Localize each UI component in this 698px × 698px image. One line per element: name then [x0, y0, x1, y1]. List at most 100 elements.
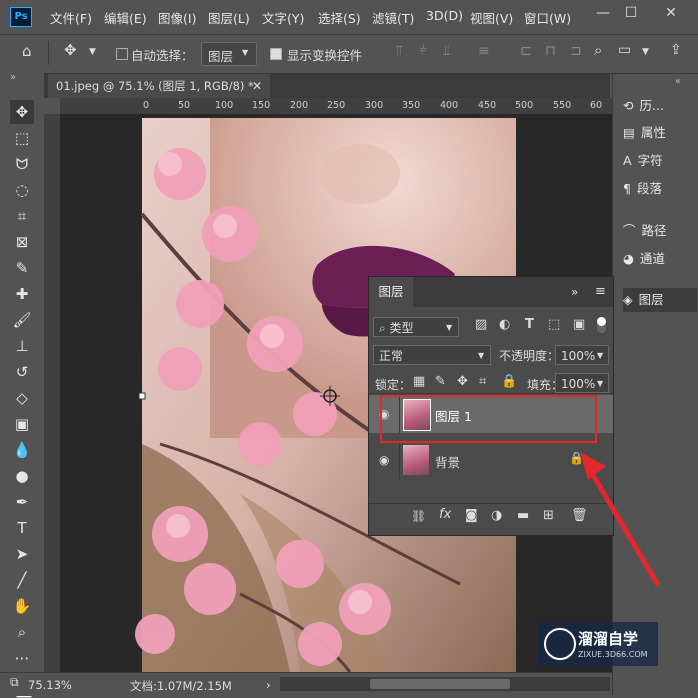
- align-hcenter-icon[interactable]: ⊓: [545, 43, 556, 59]
- align-top-icon[interactable]: ⫪: [395, 43, 403, 59]
- filter-type-icon[interactable]: T: [525, 317, 534, 332]
- crop-tool-icon[interactable]: ⌗: [10, 204, 34, 228]
- frame-tool-icon[interactable]: ⊠: [10, 230, 34, 254]
- marquee-tool-icon[interactable]: ⬚: [10, 126, 34, 150]
- panel-history[interactable]: ⟲ 历...: [623, 94, 697, 118]
- eraser-tool-icon[interactable]: ◇: [10, 386, 34, 410]
- lock-label: 锁定：: [375, 378, 412, 392]
- adjustment-layer-icon[interactable]: ◑: [491, 508, 502, 523]
- opacity-input[interactable]: 100% ▼: [555, 345, 609, 365]
- screen-mode-icon[interactable]: ⧉: [10, 675, 19, 690]
- healing-tool-icon[interactable]: ✚: [10, 282, 34, 306]
- menu-window[interactable]: 窗口(W): [524, 8, 571, 27]
- stamp-tool-icon[interactable]: ⊥: [10, 334, 34, 358]
- panel-character[interactable]: A 字符: [623, 149, 697, 173]
- lock-all-icon[interactable]: 🔒: [501, 374, 517, 389]
- zoom-level[interactable]: 75.13%: [28, 678, 72, 692]
- add-mask-icon[interactable]: ◙: [465, 508, 478, 523]
- menu-view[interactable]: 视图(V): [470, 8, 513, 27]
- history-brush-icon[interactable]: ↺: [10, 360, 34, 384]
- path-select-tool-icon[interactable]: ➤: [10, 542, 34, 566]
- link-layers-icon[interactable]: ⛓: [411, 509, 426, 523]
- distribute-icon[interactable]: ≡: [478, 43, 490, 59]
- align-vcenter-icon[interactable]: ⫩: [419, 43, 427, 59]
- lock-artboard-icon[interactable]: ⌗: [479, 374, 486, 389]
- lock-image-icon[interactable]: ✎: [435, 374, 446, 389]
- workspace-icon[interactable]: ▭: [618, 42, 631, 58]
- new-group-icon[interactable]: ▬: [517, 508, 529, 523]
- lock-transparent-icon[interactable]: ▦: [413, 374, 425, 389]
- layer-name[interactable]: 背景: [435, 452, 460, 471]
- auto-select-target-dropdown[interactable]: 图层 ▼: [201, 42, 257, 66]
- chevron-down-icon: ▼: [478, 351, 485, 360]
- menu-3d[interactable]: 3D(D): [426, 8, 463, 23]
- gradient-tool-icon[interactable]: ▣: [10, 412, 34, 436]
- move-tool-icon[interactable]: ✥: [64, 41, 77, 59]
- home-icon[interactable]: ⌂: [22, 42, 32, 60]
- panel-menu-icon[interactable]: ≡: [595, 284, 606, 299]
- brush-tool-icon[interactable]: 🖌: [10, 308, 34, 332]
- status-menu-icon[interactable]: ›: [266, 678, 271, 692]
- collapse-icon[interactable]: «: [675, 76, 681, 87]
- visibility-eye-icon[interactable]: ◉: [379, 453, 389, 467]
- zoom-tool-icon[interactable]: ⌕: [10, 620, 34, 644]
- blur-tool-icon[interactable]: 💧: [10, 438, 34, 462]
- filter-shape-icon[interactable]: ⬚: [548, 317, 560, 332]
- menu-filter[interactable]: 滤镜(T): [372, 8, 414, 27]
- minimize-icon[interactable]: —: [592, 4, 614, 22]
- menu-type[interactable]: 文字(Y): [262, 8, 304, 27]
- close-tab-icon[interactable]: ✕: [252, 74, 262, 98]
- menu-image[interactable]: 图像(I): [158, 8, 196, 27]
- document-tab[interactable]: 01.jpeg @ 75.1% (图层 1, RGB/8) * ✕: [48, 74, 270, 98]
- pen-tool-icon[interactable]: ✒: [10, 490, 34, 514]
- quick-select-tool-icon[interactable]: ◌: [10, 178, 34, 202]
- move-tool-icon[interactable]: ✥: [10, 100, 34, 124]
- panel-paths[interactable]: ⌒ 路径: [623, 219, 697, 243]
- filter-smart-object-icon[interactable]: ▣: [573, 317, 585, 332]
- ruler-label: 300: [365, 100, 384, 111]
- ruler-label: 150: [252, 100, 271, 111]
- filter-pixel-icon[interactable]: ▨: [475, 317, 487, 332]
- maximize-icon[interactable]: ☐: [620, 4, 642, 22]
- menu-file[interactable]: 文件(F): [50, 8, 92, 27]
- align-left-icon[interactable]: ⊏: [520, 43, 532, 59]
- share-icon[interactable]: ⇪: [670, 42, 682, 58]
- filter-toggle[interactable]: [597, 317, 606, 333]
- hand-tool-icon[interactable]: ✋: [10, 594, 34, 618]
- menu-edit[interactable]: 编辑(E): [104, 8, 147, 27]
- line-tool-icon[interactable]: ╱: [10, 568, 34, 592]
- dodge-tool-icon[interactable]: ●: [10, 464, 34, 488]
- menu-layer[interactable]: 图层(L): [208, 8, 250, 27]
- right-dock: « ⟲ 历... ▤ 属性 A 字符 ¶ 段落 ⌒ 路径 ◕ 通道 ◈ 图层: [612, 74, 698, 695]
- panel-channels[interactable]: ◕ 通道: [623, 247, 697, 271]
- lasso-tool-icon[interactable]: ᗢ: [10, 152, 34, 176]
- align-right-icon[interactable]: ⊐: [570, 43, 582, 59]
- search-icon[interactable]: ⌕: [594, 41, 602, 59]
- eyedropper-tool-icon[interactable]: ✎: [10, 256, 34, 280]
- show-transform-checkbox[interactable]: [270, 48, 282, 60]
- blend-mode-dropdown[interactable]: 正常 ▼: [373, 345, 491, 365]
- menu-select[interactable]: 选择(S): [318, 8, 361, 27]
- panel-paragraph[interactable]: ¶ 段落: [623, 177, 697, 201]
- auto-select-checkbox[interactable]: [116, 48, 128, 60]
- chevron-down-icon[interactable]: ▼: [642, 47, 649, 57]
- lock-position-icon[interactable]: ✥: [457, 374, 468, 389]
- horizontal-scrollbar[interactable]: [280, 677, 610, 691]
- type-tool-icon[interactable]: T: [10, 516, 34, 540]
- layer-filter-dropdown[interactable]: ⌕ 类型 ▼: [373, 317, 459, 337]
- scrollbar-thumb[interactable]: [370, 679, 510, 689]
- close-icon[interactable]: ✕: [660, 4, 682, 22]
- collapse-icon[interactable]: »: [10, 72, 16, 83]
- collapse-icon[interactable]: »: [571, 285, 578, 299]
- new-layer-icon[interactable]: ⊞: [543, 508, 554, 523]
- layers-tab[interactable]: 图层: [369, 277, 413, 307]
- fx-icon[interactable]: fx: [439, 507, 451, 522]
- more-tools-icon[interactable]: ⋯: [10, 646, 34, 670]
- filter-adjustment-icon[interactable]: ◐: [499, 317, 510, 332]
- fill-input[interactable]: 100% ▼: [555, 373, 609, 393]
- panel-layers[interactable]: ◈ 图层: [623, 288, 697, 312]
- panel-properties[interactable]: ▤ 属性: [623, 121, 697, 145]
- divider: [48, 41, 49, 65]
- align-bottom-icon[interactable]: ⫫: [443, 43, 451, 59]
- chevron-down-icon[interactable]: ▼: [89, 47, 96, 57]
